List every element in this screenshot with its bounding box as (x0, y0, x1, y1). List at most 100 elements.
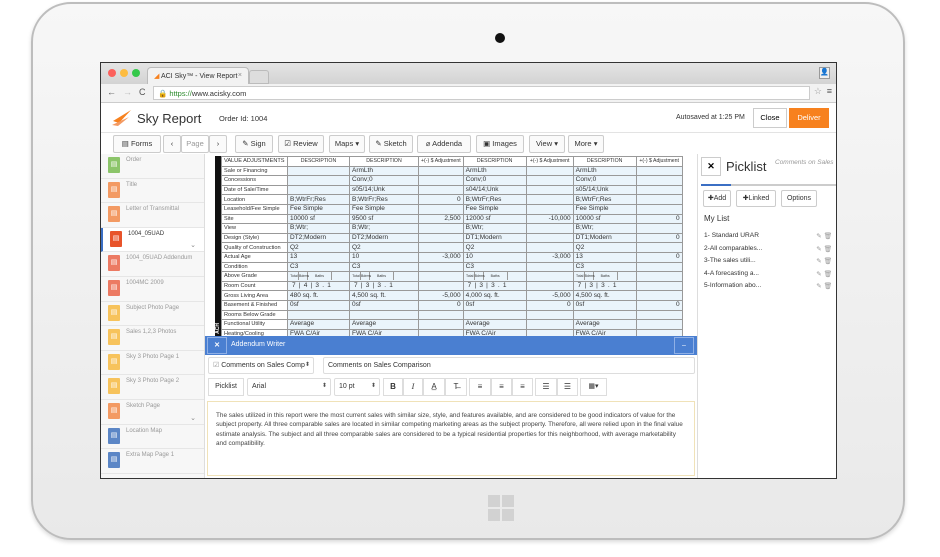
grid-cell[interactable] (635, 203, 683, 215)
user-icon[interactable]: 👤 (819, 67, 830, 79)
picklist-item[interactable]: 2-All comparables... ✎ 🗑 (704, 245, 832, 253)
grid-cell[interactable]: 0sf (287, 299, 350, 311)
close-button[interactable]: Close (753, 108, 787, 128)
grid-cell[interactable]: B;Wtr; (287, 223, 350, 234)
grid-cell[interactable]: -3,000 (418, 251, 464, 263)
grid-cell[interactable] (525, 175, 574, 186)
section-title-input[interactable]: Comments on Sales Comparison (323, 357, 695, 374)
grid-cell[interactable] (418, 223, 464, 234)
grid-cell[interactable] (635, 242, 683, 253)
grid-cell[interactable] (635, 319, 683, 330)
clear-format-button[interactable]: T̶ (445, 378, 467, 396)
grid-cell[interactable]: B;WtrFr;Res (287, 194, 350, 205)
grid-cell[interactable] (572, 309, 637, 321)
url-input[interactable]: 🔒 https://www.acisky.com (153, 86, 810, 100)
view-dropdown[interactable]: View ▾ (529, 135, 565, 153)
grid-cell[interactable] (525, 203, 574, 215)
grid-cell[interactable]: Average (462, 319, 527, 330)
grid-cell[interactable]: s04/14;Unk (462, 184, 527, 196)
grid-cell[interactable]: DT2;Modern (349, 232, 419, 244)
grid-cell[interactable] (418, 261, 464, 273)
sign-button[interactable]: ✎ Sign (235, 135, 273, 153)
grid-cell[interactable]: 12000 sf (462, 213, 527, 225)
grid-cell[interactable] (287, 175, 350, 186)
grid-cell[interactable]: C3 (287, 261, 350, 273)
grid-cell[interactable]: Average (287, 319, 350, 330)
grid-cell[interactable]: Total Bdrms Baths (349, 271, 419, 282)
grid-cell[interactable]: 4,000 sq. ft. (462, 290, 527, 301)
chevron-down-icon[interactable]: ⌄ (190, 414, 196, 422)
close-picklist-button[interactable]: ✕ (701, 157, 721, 176)
back-icon[interactable]: ← (107, 87, 116, 97)
maximize-window-icon[interactable] (132, 69, 140, 77)
sidebar-item[interactable]: ▤ 1004_05UAD Addendum (101, 252, 204, 277)
room-count-cell[interactable]: 7|3|3.1 (462, 280, 527, 292)
grid-cell[interactable]: Conv;0 (462, 175, 527, 186)
sidebar-item[interactable]: ▤ Letter of Transmittal (101, 203, 204, 228)
grid-cell[interactable]: Q2 (287, 242, 350, 253)
grid-cell[interactable] (418, 271, 464, 282)
grid-cell[interactable]: Q2 (572, 242, 637, 253)
grid-cell[interactable] (418, 184, 464, 196)
grid-cell[interactable] (418, 309, 464, 321)
align-center-button[interactable]: ≡ (491, 378, 512, 396)
grid-cell[interactable]: B;WtrFr;Res (349, 194, 419, 205)
sidebar-item[interactable]: ▤ 1004_05UAD ⌄ (101, 227, 204, 253)
grid-cell[interactable]: -10,000 (525, 213, 574, 225)
edit-icon[interactable]: ✎ (816, 283, 822, 290)
grid-cell[interactable] (525, 184, 574, 196)
grid-cell[interactable]: 2,500 (418, 213, 464, 225)
sidebar-item[interactable]: ▤ 1004MC 2009 (101, 277, 204, 302)
grid-cell[interactable] (635, 309, 683, 321)
grid-cell[interactable]: s05/14;Unk (349, 184, 419, 196)
grid-cell[interactable]: 10 (462, 251, 527, 263)
grid-cell[interactable]: Total Bdrms Baths (462, 271, 527, 282)
sidebar-item[interactable]: ▤ Sky 3 Photo Page 2 (101, 375, 204, 400)
page-input[interactable]: Page (181, 135, 209, 153)
grid-cell[interactable]: 4,500 sq. ft. (572, 290, 637, 301)
sidebar-item[interactable]: ▤ Subject Photo Page (101, 302, 204, 327)
grid-cell[interactable]: -5,000 (418, 290, 464, 301)
review-button[interactable]: ☑ Review (278, 135, 324, 153)
sidebar-item[interactable]: ▤ Order (101, 154, 204, 179)
grid-cell[interactable]: Conv;0 (349, 175, 419, 186)
grid-cell[interactable] (635, 280, 683, 292)
minimize-addendum-button[interactable]: – (674, 337, 694, 354)
sketch-button[interactable]: ✎ Sketch (369, 135, 413, 153)
picklist-item[interactable]: 5-Information abo... ✎ 🗑 (704, 282, 832, 290)
grid-cell[interactable]: B;Wtr; (572, 223, 637, 234)
sidebar-item[interactable]: ▤ Extra Map Page 1 (101, 449, 204, 474)
grid-cell[interactable]: C3 (462, 261, 527, 273)
grid-cell[interactable]: Total Bdrms Baths (287, 271, 350, 282)
sidebar-item[interactable]: ▤ Sky 3 Photo Page 1 (101, 351, 204, 376)
grid-cell[interactable]: C3 (572, 261, 637, 273)
minimize-window-icon[interactable] (120, 69, 128, 77)
picklist-item[interactable]: 3-The sales utili... ✎ 🗑 (704, 257, 832, 265)
ordered-list-button[interactable]: ☰ (535, 378, 557, 396)
grid-cell[interactable] (525, 223, 574, 234)
align-left-button[interactable]: ≡ (469, 378, 491, 396)
sidebar-item[interactable]: ▤ Location Map (101, 425, 204, 450)
grid-cell[interactable]: 0 (635, 251, 683, 263)
grid-cell[interactable]: C3 (349, 261, 419, 273)
picklist-item[interactable]: 4-A forecasting a... ✎ 🗑 (704, 270, 832, 278)
grid-cell[interactable]: Fee Simple (287, 203, 350, 215)
sidebar-item[interactable]: ▤ Title (101, 179, 204, 204)
grid-cell[interactable]: B;WtrFr;Res (572, 194, 637, 205)
unordered-list-button[interactable]: ☰ (557, 378, 578, 396)
addenda-button[interactable]: ⌀ Addenda (417, 135, 471, 153)
grid-cell[interactable]: 0 (525, 299, 574, 311)
grid-cell[interactable]: B;WtrFr;Res (462, 194, 527, 205)
grid-cell[interactable]: 4,500 sq. ft. (349, 290, 419, 301)
grid-cell[interactable] (418, 232, 464, 244)
grid-cell[interactable]: Fee Simple (462, 203, 527, 215)
forward-icon[interactable]: → (123, 87, 132, 97)
grid-cell[interactable]: DT1;Modern (462, 232, 527, 244)
grid-cell[interactable] (418, 203, 464, 215)
grid-cell[interactable]: 10000 sf (572, 213, 637, 225)
room-count-cell[interactable]: 7|3|3.1 (572, 280, 637, 292)
grid-cell[interactable] (525, 309, 574, 321)
grid-cell[interactable]: 0 (635, 299, 683, 311)
windows-logo-icon[interactable] (488, 495, 514, 521)
grid-cell[interactable]: 9500 sf (349, 213, 419, 225)
